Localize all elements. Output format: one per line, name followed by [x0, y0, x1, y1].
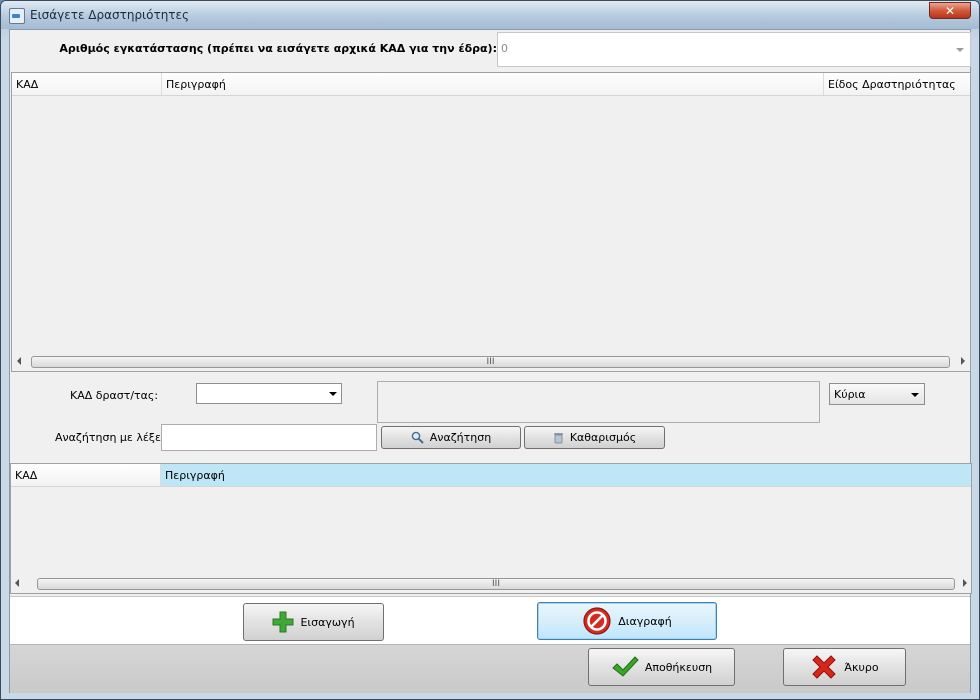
clear-button-label: Καθαρισμός	[569, 431, 637, 444]
scroll-thumb[interactable]: III	[37, 578, 955, 590]
search-button-label: Αναζήτηση	[429, 431, 492, 444]
keywords-input[interactable]	[161, 424, 377, 451]
kad-activity-combo[interactable]	[196, 383, 342, 404]
delete-button-label: Διαγραφή	[618, 614, 672, 628]
save-button-label: Αποθήκευση	[644, 660, 713, 674]
trash-can-icon	[553, 431, 564, 444]
kad-activity-label: ΚΑΔ δραστ/τας:	[70, 389, 159, 402]
column-header-kad[interactable]: ΚΑΔ	[12, 73, 162, 95]
close-icon: ✕	[944, 4, 956, 18]
activities-horizontal-scrollbar[interactable]: III	[12, 354, 970, 371]
app-icon	[9, 8, 25, 24]
save-button[interactable]: Αποθήκευση	[588, 648, 735, 686]
keywords-label: Αναζήτηση με λέξεις:	[55, 431, 175, 444]
search-button[interactable]: Αναζήτηση	[381, 426, 521, 449]
window-title: Εισάγετε Δραστηριότητες	[30, 8, 190, 22]
search-results-header: ΚΑΔ Περιγραφή	[11, 464, 971, 487]
delete-button[interactable]: Διαγραφή	[537, 602, 717, 640]
no-entry-icon	[582, 606, 612, 636]
scroll-left-icon[interactable]	[15, 579, 19, 587]
grip-icon: III	[492, 579, 500, 589]
scroll-right-icon[interactable]	[963, 579, 967, 587]
activity-type-value: Κύρια	[834, 388, 866, 401]
save-cancel-panel: Αποθήκευση Άκυρο	[10, 644, 970, 693]
column-header-description[interactable]: Περιγραφή	[162, 73, 824, 95]
column-header-description[interactable]: Περιγραφή	[161, 464, 971, 486]
activity-description-display	[377, 381, 820, 423]
title-bar[interactable]: Εισάγετε Δραστηριότητες ✕	[1, 1, 979, 29]
grip-icon: III	[486, 357, 495, 367]
installation-combo[interactable]: 0	[497, 32, 971, 67]
dialog-window: Εισάγετε Δραστηριότητες ✕ Αριθμός εγκατά…	[0, 0, 980, 700]
cancel-button-label: Άκυρο	[844, 660, 879, 674]
chevron-down-icon	[956, 48, 964, 52]
insert-button-label: Εισαγωγή	[300, 615, 355, 629]
cancel-button[interactable]: Άκυρο	[783, 648, 906, 686]
column-header-activity-type[interactable]: Είδος Δραστηριότητας	[824, 73, 970, 95]
plus-icon	[272, 611, 294, 633]
chevron-down-icon	[911, 393, 919, 397]
installation-label: Αριθμός εγκατάστασης (πρέπει να εισάγετε…	[59, 42, 497, 55]
chevron-down-icon	[329, 392, 337, 396]
insert-button[interactable]: Εισαγωγή	[243, 603, 384, 641]
results-horizontal-scrollbar[interactable]: III	[11, 576, 971, 593]
magnifier-icon	[411, 431, 424, 444]
insert-delete-panel: Εισαγωγή Διαγραφή	[10, 596, 970, 645]
scroll-thumb[interactable]: III	[31, 356, 950, 368]
dialog-client: Αριθμός εγκατάστασης (πρέπει να εισάγετε…	[9, 29, 972, 693]
activities-grid[interactable]: ΚΑΔ Περιγραφή Είδος Δραστηριότητας III	[11, 72, 971, 372]
scroll-right-icon[interactable]	[961, 357, 965, 365]
search-results-grid[interactable]: ΚΑΔ Περιγραφή III	[10, 463, 972, 594]
activities-grid-header: ΚΑΔ Περιγραφή Είδος Δραστηριότητας	[12, 73, 970, 96]
column-header-kad[interactable]: ΚΑΔ	[11, 464, 161, 486]
clear-button[interactable]: Καθαρισμός	[524, 426, 665, 449]
checkmark-icon	[611, 655, 639, 679]
scroll-left-icon[interactable]	[17, 357, 21, 365]
activity-type-combo[interactable]: Κύρια	[829, 383, 925, 405]
x-icon	[810, 653, 838, 681]
close-button[interactable]: ✕	[929, 2, 971, 19]
installation-value: 0	[501, 42, 508, 55]
